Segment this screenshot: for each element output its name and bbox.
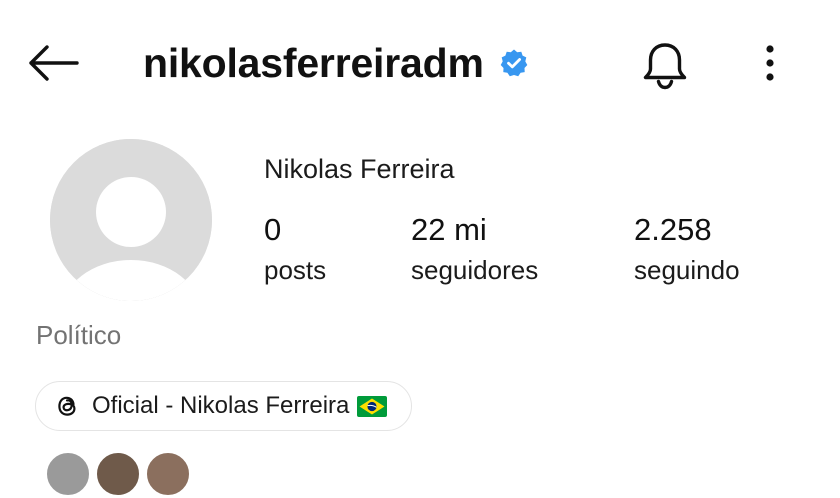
profile-header: nikolasferreiradm: [0, 0, 840, 125]
following-count: 2.258: [634, 212, 712, 247]
posts-stat[interactable]: 0 posts: [264, 210, 326, 290]
followers-stat[interactable]: 22 mi seguidores: [411, 210, 538, 290]
default-avatar-icon: [50, 139, 212, 301]
posts-count: 0: [264, 212, 282, 247]
threads-icon: [54, 392, 82, 420]
followers-label: seguidores: [411, 255, 539, 285]
follower-avatar: [144, 450, 192, 498]
arrow-left-icon: [29, 45, 79, 81]
username-title: nikolasferreiradm: [143, 36, 530, 90]
brazil-flag-icon: [357, 395, 388, 417]
followers-count: 22 mi: [411, 212, 487, 247]
profile-avatar[interactable]: [50, 139, 212, 301]
follower-avatar: [94, 450, 142, 498]
profile-display-name: Nikolas Ferreira: [264, 154, 455, 184]
back-button[interactable]: [24, 38, 82, 88]
threads-label: Oficial - Nikolas Ferreira: [92, 392, 350, 419]
follower-avatar: [44, 450, 92, 498]
profile-category: Político: [36, 320, 122, 350]
followed-by-row[interactable]: [44, 450, 804, 498]
posts-label: posts: [264, 255, 327, 285]
following-stat[interactable]: 2.258 seguindo: [634, 210, 740, 290]
more-vertical-icon: [766, 45, 774, 81]
verified-badge-icon: [498, 47, 530, 79]
following-label: seguindo: [634, 255, 740, 285]
bell-icon: [643, 43, 687, 90]
threads-profile-link[interactable]: Oficial - Nikolas Ferreira: [35, 381, 413, 431]
notifications-button[interactable]: [636, 36, 694, 94]
username: nikolasferreiradm: [143, 39, 484, 86]
more-options-button[interactable]: [750, 36, 790, 90]
